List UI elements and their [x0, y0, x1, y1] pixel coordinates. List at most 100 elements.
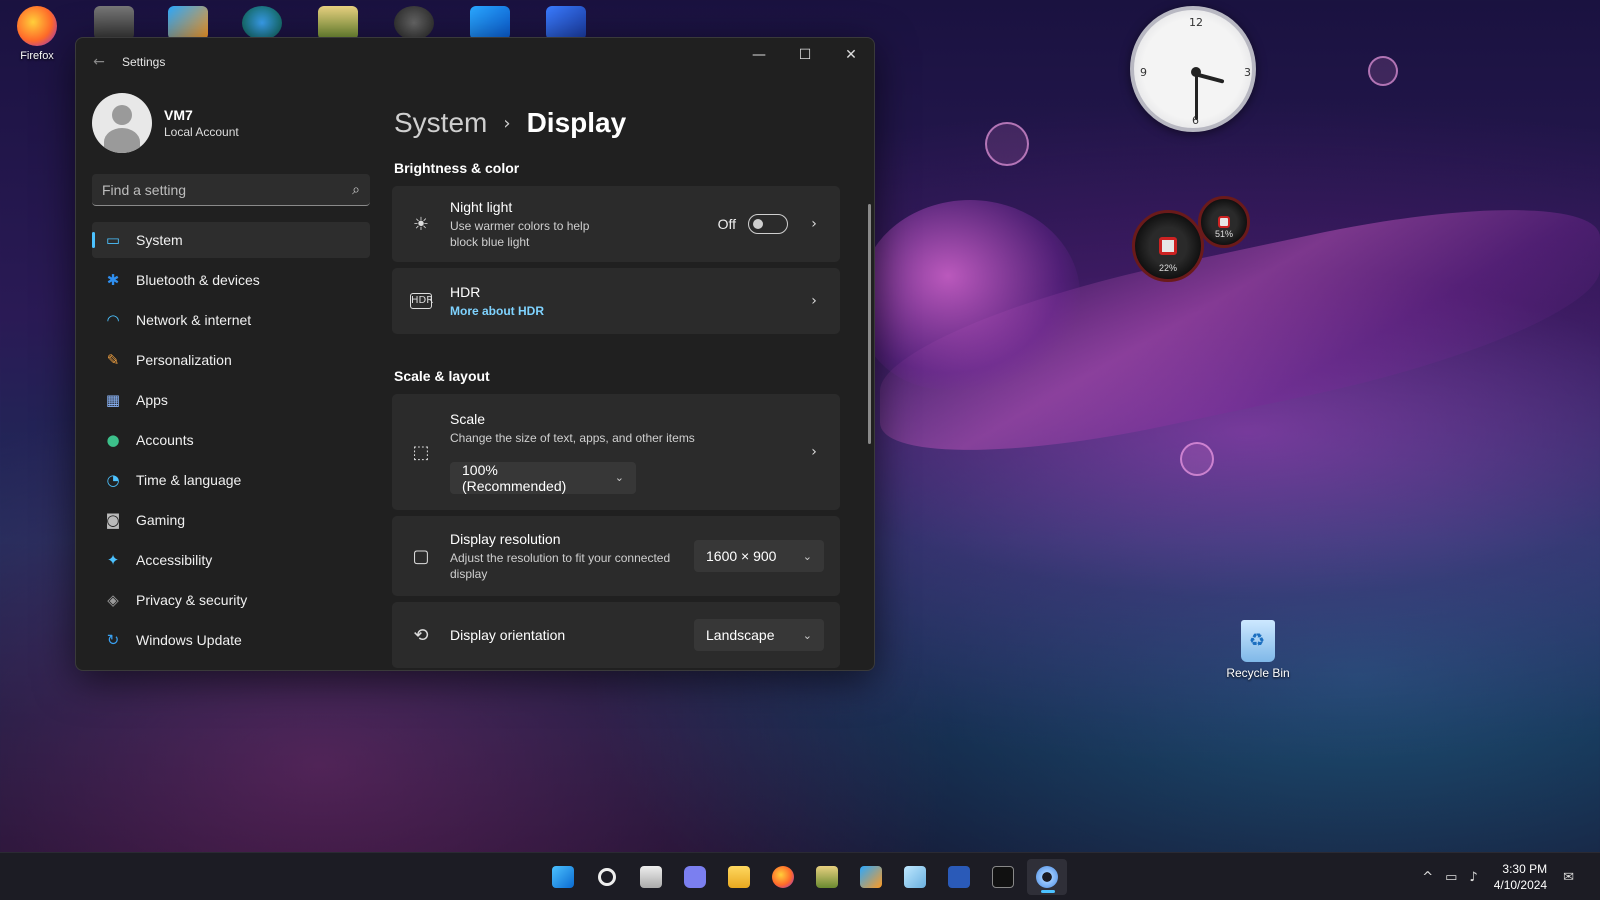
orientation-dropdown[interactable]: Landscape ⌄	[694, 619, 824, 651]
search-icon[interactable]: ⌕	[352, 182, 360, 198]
back-arrow-icon[interactable]: ←	[76, 54, 122, 70]
profile-name: VM7	[164, 107, 193, 123]
sidebar-item-accessibility[interactable]: ✦ Accessibility	[92, 542, 370, 578]
sidebar-item-system[interactable]: ▭ System	[92, 222, 370, 258]
night-light-description: Use warmer colors to help block blue lig…	[450, 218, 590, 249]
sidebar-item-label: Network & internet	[136, 312, 252, 328]
notification-icon[interactable]: ✉	[1563, 870, 1574, 885]
sidebar-item-label: Accounts	[136, 432, 194, 448]
sidebar-item-privacy-security[interactable]: ◈ Privacy & security	[92, 582, 370, 618]
chevron-down-icon: ⌄	[614, 471, 624, 484]
breadcrumb: System › Display	[392, 86, 874, 152]
folder-icon	[728, 866, 750, 888]
breadcrumb-system[interactable]: System	[394, 107, 487, 139]
scale-icon: ⬚	[412, 441, 430, 463]
sidebar-item-icon: ◙	[105, 511, 121, 529]
recycle-bin[interactable]: Recycle Bin	[1218, 620, 1298, 680]
system-tray: ^ ▭ ♪ 3:30 PM 4/10/2024 ✉	[1416, 853, 1580, 900]
close-button[interactable]: ✕	[828, 38, 874, 72]
search-input[interactable]	[102, 181, 322, 198]
hdr-card[interactable]: HDR HDR More about HDR ›	[392, 268, 840, 334]
sidebar-item-label: Privacy & security	[136, 592, 248, 608]
clock-number: 12	[1189, 16, 1203, 29]
clock-minute-hand	[1195, 72, 1198, 120]
section-brightness-color: Brightness & color	[394, 160, 520, 176]
sidebar-item-icon: ✦	[106, 551, 120, 569]
sidebar-item-gaming[interactable]: ◙ Gaming	[92, 502, 370, 538]
sidebar-item-windows-update[interactable]: ↻ Windows Update	[92, 622, 370, 658]
edge-icon[interactable]	[242, 6, 282, 40]
firefox-icon	[17, 6, 57, 46]
sidebar-nav: ▭ System ✱ Bluetooth & devices ◠ Network & in…	[76, 222, 386, 658]
taskbar-apps	[541, 859, 1069, 895]
section-scale-layout: Scale & layout	[394, 368, 490, 384]
sidebar-item-icon: ✎	[106, 351, 120, 369]
sidebar-item-time-language[interactable]: ◔ Time & language	[92, 462, 370, 498]
scale-title: Scale	[450, 410, 486, 427]
maximize-button[interactable]: ☐	[782, 38, 828, 72]
taskbar-powershell[interactable]	[939, 859, 979, 895]
meter-core	[1159, 237, 1177, 255]
cpu-meter-gadget: 51%	[1198, 196, 1250, 248]
obs-icon[interactable]	[394, 6, 434, 40]
taskbar-search-button[interactable]	[587, 859, 627, 895]
taskbar-settings[interactable]	[1027, 859, 1067, 895]
network-icon[interactable]: ▭	[1445, 870, 1457, 885]
hdr-more-link[interactable]: More about HDR	[450, 304, 804, 318]
taskbar-firefox[interactable]	[763, 859, 803, 895]
resolution-icon: ▢	[412, 545, 430, 567]
taskbar-archive-app[interactable]	[807, 859, 847, 895]
content-scrollbar[interactable]	[868, 204, 871, 444]
resolution-selected-value: 1600 × 900	[706, 548, 777, 564]
main-content: System › Display Brightness & color ☀ Ni…	[392, 86, 874, 670]
malwarebytes-icon[interactable]	[546, 6, 586, 40]
taskbar-app[interactable]	[851, 859, 891, 895]
page-title: Display	[526, 107, 627, 138]
archive-app-icon[interactable]	[318, 6, 358, 40]
sidebar-item-label: Time & language	[136, 472, 242, 488]
sidebar-item-accounts[interactable]: ● Accounts	[92, 422, 370, 458]
task-view-button[interactable]	[631, 859, 671, 895]
tray-chevron-up-icon[interactable]: ^	[1422, 870, 1433, 885]
meter-value: 51%	[1214, 229, 1233, 239]
sidebar-item-network-internet[interactable]: ◠ Network & internet	[92, 302, 370, 338]
app-shortcut-icon[interactable]	[168, 6, 208, 40]
sidebar-item-label: Accessibility	[136, 552, 213, 568]
recycle-bin-label: Recycle Bin	[1226, 666, 1290, 680]
wallpaper-jellyfish	[860, 200, 1080, 390]
scale-card[interactable]: ⬚ Scale Change the size of text, apps, a…	[392, 394, 840, 510]
sidebar-item-personalization[interactable]: ✎ Personalization	[92, 342, 370, 378]
volume-icon[interactable]: ♪	[1469, 870, 1477, 885]
night-light-toggle[interactable]	[748, 214, 788, 234]
resolution-dropdown[interactable]: 1600 × 900 ⌄	[694, 540, 824, 572]
powershell-icon	[948, 866, 970, 888]
orientation-icon: ⟲	[413, 624, 429, 646]
scale-dropdown[interactable]: 100% (Recommended) ⌄	[450, 461, 636, 494]
hdr-icon: HDR	[410, 293, 433, 309]
lock-app-icon[interactable]	[94, 6, 134, 40]
user-profile[interactable]: VM7 Local Account	[76, 86, 386, 160]
taskbar-clock[interactable]: 3:30 PM 4/10/2024	[1494, 861, 1547, 893]
vscode-icon[interactable]	[470, 6, 510, 40]
sidebar-item-apps[interactable]: ▦ Apps	[92, 382, 370, 418]
orientation-selected-value: Landscape	[706, 627, 775, 643]
start-button[interactable]	[543, 859, 583, 895]
taskbar-file-explorer[interactable]	[719, 859, 759, 895]
title-bar: ← Settings — ☐ ✕	[76, 38, 874, 86]
sidebar-item-bluetooth-devices[interactable]: ✱ Bluetooth & devices	[92, 262, 370, 298]
search-box: ⌕	[92, 174, 370, 206]
terminal-icon	[992, 866, 1014, 888]
chevron-right-icon: ›	[811, 444, 817, 460]
sidebar-item-label: Bluetooth & devices	[136, 272, 260, 288]
gear-icon	[1036, 866, 1058, 888]
sidebar-item-icon: ◔	[106, 471, 120, 489]
sidebar-item-label: Personalization	[136, 352, 232, 368]
desktop-firefox-shortcut[interactable]: Firefox	[12, 6, 62, 62]
taskbar-chat-button[interactable]	[675, 859, 715, 895]
night-light-card[interactable]: ☀ Night light Use warmer colors to help …	[392, 186, 840, 262]
taskbar-notepad[interactable]	[895, 859, 935, 895]
firefox-icon	[772, 866, 794, 888]
minimize-button[interactable]: —	[736, 38, 782, 72]
wallpaper-bubble	[985, 122, 1029, 166]
taskbar-terminal[interactable]	[983, 859, 1023, 895]
